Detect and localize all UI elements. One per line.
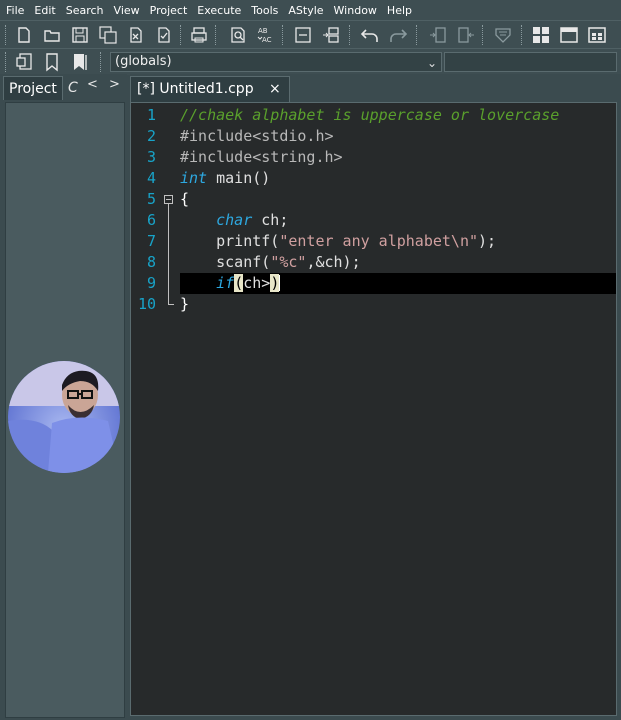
toolbar-separator bbox=[282, 25, 285, 45]
toolbar-separator bbox=[349, 25, 352, 45]
toolbar-separator bbox=[482, 25, 485, 45]
indent-icon[interactable] bbox=[428, 25, 448, 45]
line-number: 3 bbox=[146, 148, 156, 166]
code-text: #include<stdio.h> bbox=[180, 127, 334, 145]
code-line: 2 #include<stdio.h> bbox=[131, 126, 616, 147]
new-file-icon[interactable] bbox=[14, 25, 34, 45]
code-line: 3 #include<string.h> bbox=[131, 147, 616, 168]
fold-toggle-icon[interactable] bbox=[164, 195, 173, 204]
tab-scroll-left-button[interactable]: < bbox=[87, 77, 98, 92]
text-cursor bbox=[279, 275, 281, 291]
editor-tabs: [*] Untitled1.cpp × bbox=[130, 74, 621, 102]
code-line: 1 //chaek alphabet is uppercase or lover… bbox=[131, 105, 616, 126]
close-icon[interactable]: × bbox=[269, 77, 281, 101]
code-text: } bbox=[180, 295, 190, 313]
code-text: //chaek alphabet is uppercase or loverca… bbox=[180, 106, 560, 124]
menu-view[interactable]: View bbox=[108, 4, 144, 17]
menu-help[interactable]: Help bbox=[381, 4, 416, 17]
menu-window[interactable]: Window bbox=[328, 4, 381, 17]
print-icon[interactable] bbox=[189, 25, 209, 45]
code-text: char ch; bbox=[216, 211, 289, 229]
file-tab-label: [*] Untitled1.cpp bbox=[137, 81, 254, 97]
scope-select-value: (globals) bbox=[115, 54, 172, 69]
code-line: 5 { bbox=[131, 189, 616, 210]
save-icon[interactable] bbox=[70, 25, 90, 45]
menu-project[interactable]: Project bbox=[144, 4, 192, 17]
tab-classes[interactable]: C bbox=[68, 76, 78, 100]
line-number: 1 bbox=[146, 106, 156, 124]
code-text: { bbox=[180, 190, 190, 208]
redo-icon[interactable] bbox=[388, 25, 408, 45]
menu-tools[interactable]: Tools bbox=[245, 4, 282, 17]
bookmark-icon[interactable] bbox=[42, 52, 62, 72]
code-editor[interactable]: 1 //chaek alphabet is uppercase or lover… bbox=[130, 102, 617, 716]
toolbar-separator bbox=[100, 52, 103, 72]
code-text: if(ch>) bbox=[180, 273, 616, 294]
code-line: 6 char ch; bbox=[131, 210, 616, 231]
left-panel-tabs: Project C < > bbox=[0, 74, 127, 100]
toolbar-grip bbox=[5, 25, 8, 45]
find-icon[interactable] bbox=[228, 25, 248, 45]
toolbar-separator bbox=[215, 25, 218, 45]
unindent-icon[interactable] bbox=[456, 25, 476, 45]
svg-text:AC: AC bbox=[262, 36, 272, 44]
line-number: 4 bbox=[146, 169, 156, 187]
open-icon[interactable] bbox=[42, 25, 62, 45]
menu-astyle[interactable]: AStyle bbox=[282, 4, 327, 17]
code-text: int main() bbox=[180, 169, 271, 187]
fold-guide-end bbox=[168, 304, 174, 305]
menu-edit[interactable]: Edit bbox=[28, 4, 59, 17]
undo-icon[interactable] bbox=[360, 25, 380, 45]
tab-untitled1-cpp[interactable]: [*] Untitled1.cpp × bbox=[130, 76, 290, 102]
menu-execute[interactable]: Execute bbox=[191, 4, 245, 17]
toolbar-separator bbox=[521, 25, 524, 45]
menu-bar: File Edit Search View Project Execute To… bbox=[0, 0, 621, 20]
class-toolbar: (globals) ⌄ bbox=[0, 48, 621, 75]
code-line: 10 } bbox=[131, 294, 616, 315]
menu-file[interactable]: File bbox=[0, 4, 28, 17]
layout-icon[interactable] bbox=[531, 25, 551, 45]
line-number: 2 bbox=[146, 127, 156, 145]
line-number: 5 bbox=[146, 190, 156, 208]
code-line: 7 printf("enter any alphabet\n"); bbox=[131, 231, 616, 252]
code-line: 4 int main() bbox=[131, 168, 616, 189]
line-number: 10 bbox=[137, 295, 156, 313]
member-select[interactable] bbox=[444, 52, 617, 72]
line-number: 9 bbox=[146, 274, 156, 292]
code-text: #include<string.h> bbox=[180, 148, 343, 166]
main-toolbar: AB AC bbox=[0, 20, 621, 49]
app-window: File Edit Search View Project Execute To… bbox=[0, 0, 621, 720]
toolbar-separator bbox=[416, 25, 419, 45]
toolbar-separator bbox=[180, 25, 183, 45]
tile-icon[interactable] bbox=[587, 25, 607, 45]
replace-icon[interactable]: AB AC bbox=[256, 25, 276, 45]
code-line: 8 scanf("%c",&ch); bbox=[131, 252, 616, 273]
code-text: scanf("%c",&ch); bbox=[180, 253, 361, 271]
line-number: 7 bbox=[146, 232, 156, 250]
close-icon[interactable] bbox=[126, 25, 146, 45]
scope-select[interactable]: (globals) ⌄ bbox=[110, 52, 442, 72]
bookmark-filled-icon[interactable] bbox=[70, 52, 90, 72]
project-tree[interactable] bbox=[5, 102, 125, 718]
left-panel: Project C < > bbox=[0, 74, 127, 720]
tab-scroll-right-button[interactable]: > bbox=[109, 77, 120, 92]
save-all-icon[interactable] bbox=[98, 25, 118, 45]
chevron-down-icon: ⌄ bbox=[426, 56, 437, 70]
code-line-current: 9 if(ch>) bbox=[131, 273, 616, 294]
window-icon[interactable] bbox=[559, 25, 579, 45]
bookmark-icon[interactable] bbox=[493, 25, 513, 45]
menu-search[interactable]: Search bbox=[60, 4, 108, 17]
toggle-icon[interactable] bbox=[321, 25, 341, 45]
goto-line-icon[interactable] bbox=[293, 25, 313, 45]
class-icon[interactable] bbox=[14, 52, 34, 72]
line-number: 6 bbox=[146, 211, 156, 229]
toolbar-grip bbox=[5, 52, 8, 72]
svg-text:AB: AB bbox=[258, 27, 268, 35]
line-number: 8 bbox=[146, 253, 156, 271]
code-text: printf("enter any alphabet\n"); bbox=[180, 232, 497, 250]
fold-guide bbox=[168, 204, 169, 304]
close-all-icon[interactable] bbox=[154, 25, 174, 45]
tab-project[interactable]: Project bbox=[3, 76, 63, 100]
avatar bbox=[8, 361, 120, 473]
